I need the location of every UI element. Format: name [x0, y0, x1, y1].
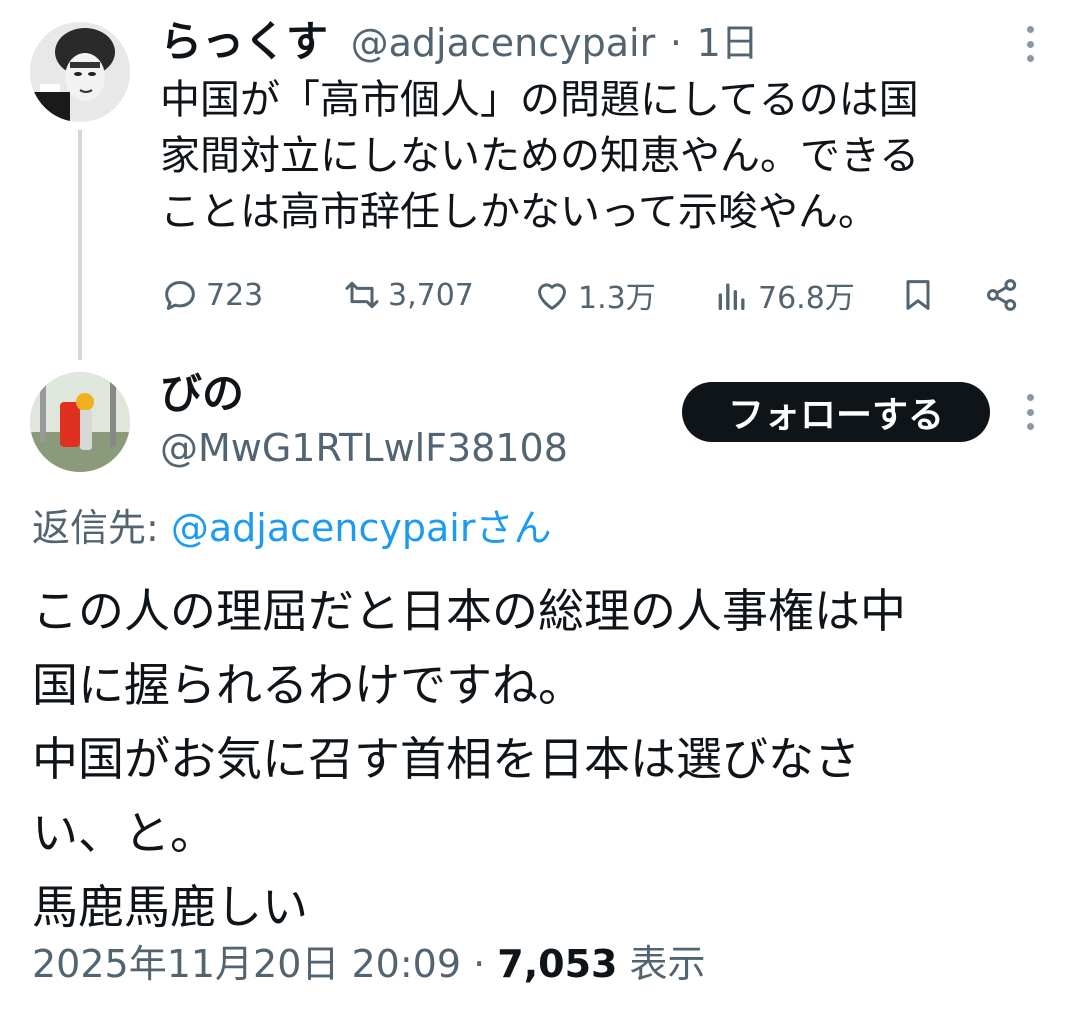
tweet1-display-name[interactable]: らっくす — [160, 17, 328, 66]
tweet1-text: 中国が「高市個人」の問題にしてるのは国 家間対立にしないための知恵やん。できる … — [160, 77, 920, 235]
reply-count: 723 — [206, 277, 264, 313]
tweet2-display-name[interactable]: びの — [160, 366, 244, 422]
view-count: 7,053 — [497, 942, 618, 986]
avatar-bino[interactable] — [30, 372, 130, 472]
tweet1-separator: · — [669, 21, 682, 65]
share-icon — [987, 279, 1017, 311]
tweet2-meta: 2025年11月20日 20:09 · 7,053 表示 — [32, 934, 706, 994]
tweet1-action-bar: 723 3,707 1.3万 76.8万 — [160, 270, 1040, 320]
view-label: 表示 — [617, 942, 706, 986]
bookmark-icon — [906, 280, 930, 310]
avatar-rakkusu[interactable] — [30, 22, 130, 122]
tweet2-timestamp[interactable]: 2025年11月20日 20:09 — [32, 942, 461, 986]
like-button[interactable]: 1.3万 — [532, 270, 656, 320]
tweet2-text: この人の理屈だと日本の総理の人事権は中 国に握られるわけですね。 中国がお気に召… — [32, 584, 906, 934]
like-icon — [538, 283, 566, 310]
tweet1-header: らっくす @adjacencypair · 1日 — [160, 14, 759, 71]
tweet2-more-icon[interactable] — [1012, 392, 1048, 432]
meta-separator: · — [461, 942, 498, 986]
views-count: 76.8万 — [758, 281, 855, 316]
reply-icon — [165, 281, 195, 310]
tweet1-time[interactable]: 1日 — [697, 21, 759, 65]
follow-button[interactable]: フォローする — [682, 382, 990, 442]
replying-mention[interactable]: @adjacencypairさん — [171, 506, 552, 550]
views-button[interactable]: 76.8万 — [712, 270, 855, 320]
retweet-button[interactable]: 3,707 — [342, 270, 474, 320]
retweet-icon — [345, 281, 379, 309]
thread-line — [78, 130, 82, 360]
views-icon — [718, 283, 745, 310]
replying-to: 返信先: @adjacencypairさん — [32, 500, 551, 556]
bookmark-button[interactable] — [898, 270, 944, 320]
tweet1-handle[interactable]: @adjacencypair — [351, 21, 656, 65]
like-count: 1.3万 — [578, 281, 656, 316]
replying-prefix: 返信先: — [32, 506, 171, 550]
retweet-count: 3,707 — [388, 277, 474, 313]
reply-button[interactable]: 723 — [160, 270, 263, 320]
tweet2-handle[interactable]: @MwG1RTLwlF38108 — [160, 420, 568, 476]
share-button[interactable] — [982, 270, 1028, 320]
tweet1-more-icon[interactable] — [1012, 24, 1048, 64]
